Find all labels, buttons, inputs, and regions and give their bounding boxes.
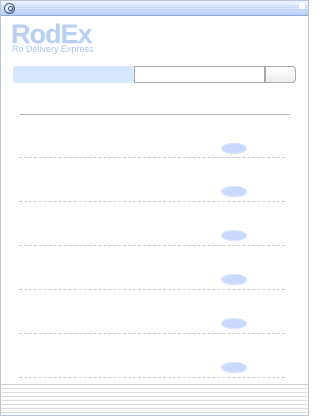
row-action-button-6[interactable] xyxy=(221,362,247,373)
row-divider-3 xyxy=(19,245,285,246)
tracking-submit-button[interactable] xyxy=(265,66,296,83)
list-row-4 xyxy=(19,274,285,292)
list-row-3 xyxy=(19,230,285,248)
list-row-6 xyxy=(19,362,285,380)
title-bar xyxy=(1,1,308,16)
logo-tagline: Ro Delivery Express xyxy=(12,44,94,54)
tracking-bar xyxy=(13,66,296,83)
tracking-input[interactable] xyxy=(134,66,265,83)
header-divider xyxy=(20,114,290,115)
row-action-button-1[interactable] xyxy=(221,143,247,154)
list-row-5 xyxy=(19,318,285,336)
app-window: RodEx Ro Delivery Express xyxy=(0,0,309,416)
row-action-button-4[interactable] xyxy=(221,274,247,285)
circle-button-icon[interactable] xyxy=(4,3,15,14)
small-square-icon xyxy=(299,3,305,9)
row-divider-2 xyxy=(19,201,285,202)
list-row-1 xyxy=(19,143,285,161)
row-action-button-5[interactable] xyxy=(221,318,247,329)
row-divider-6 xyxy=(19,377,285,378)
row-divider-5 xyxy=(19,333,285,334)
row-action-button-2[interactable] xyxy=(221,186,247,197)
row-action-button-3[interactable] xyxy=(221,230,247,241)
row-divider-4 xyxy=(19,289,285,290)
rodex-logo: RodEx Ro Delivery Express xyxy=(11,20,96,56)
footer-lines xyxy=(1,384,308,415)
tracking-bar-highlight xyxy=(13,66,134,83)
list-row-2 xyxy=(19,186,285,204)
row-divider-1 xyxy=(19,157,285,158)
